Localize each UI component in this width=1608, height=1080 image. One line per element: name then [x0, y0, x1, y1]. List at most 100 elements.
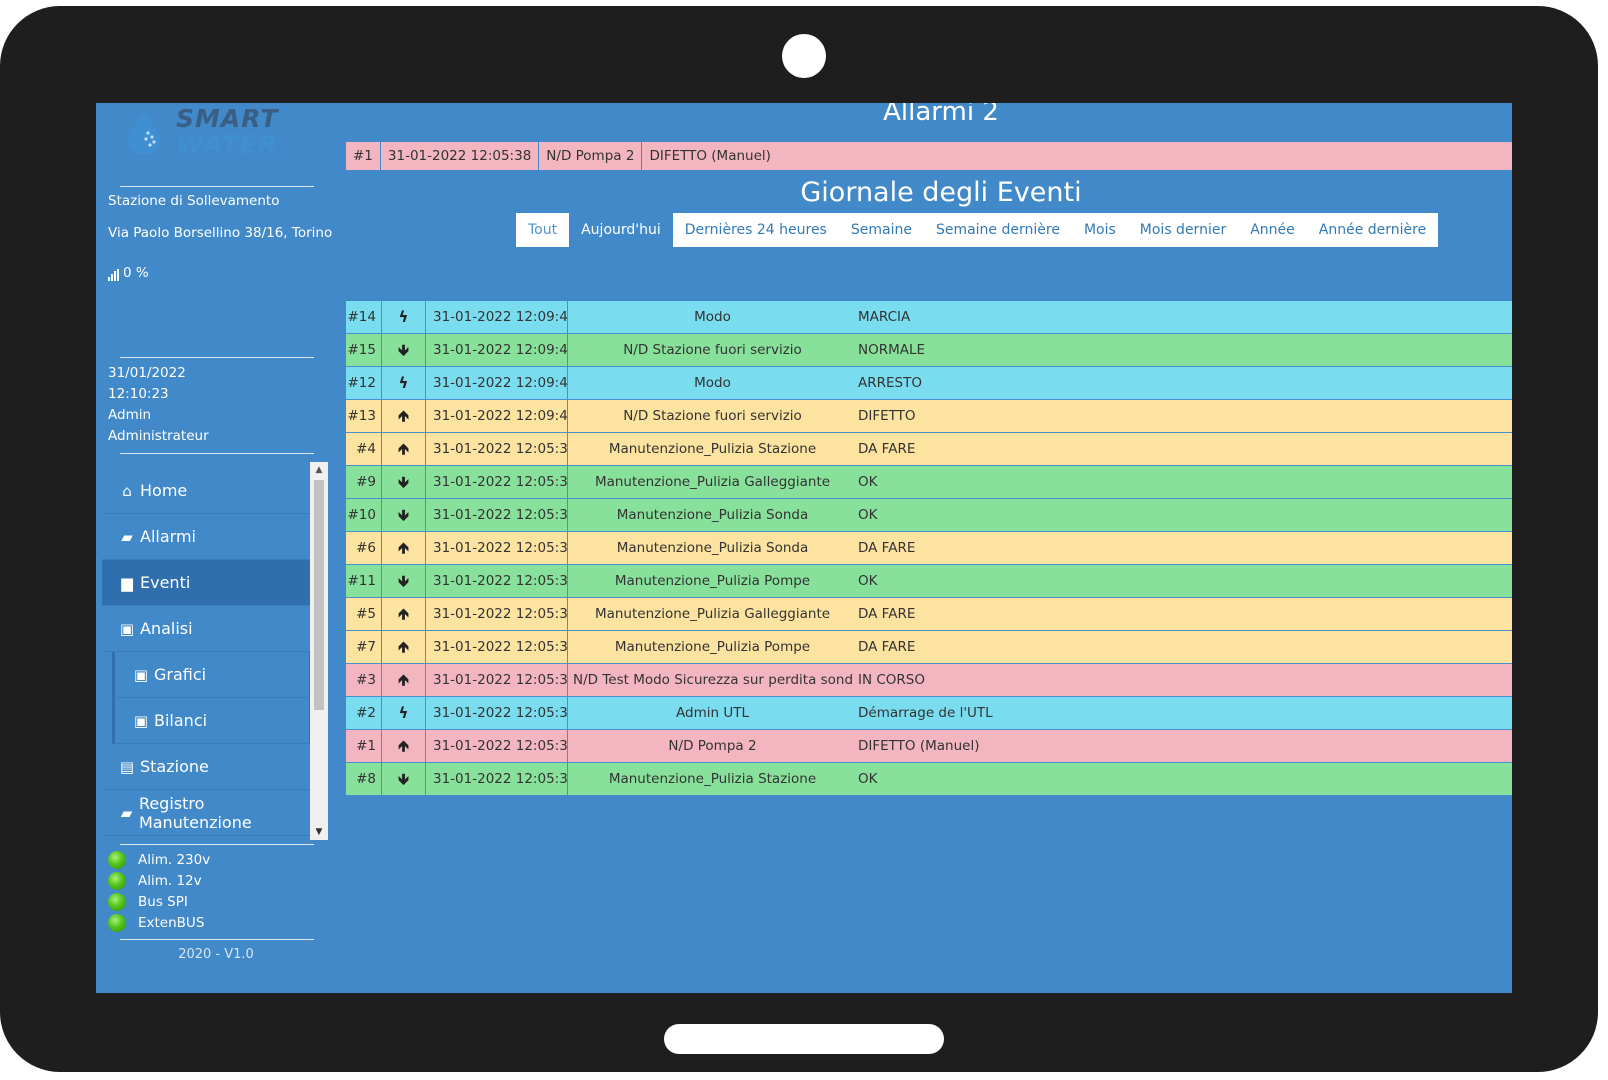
event-name: Manutenzione_Pulizia Stazione [608, 771, 817, 787]
arrow-down-icon: 🡻 [382, 334, 426, 366]
status-led-icon [108, 872, 126, 890]
version-label: 2020 - V1.0 [178, 947, 254, 962]
event-name: Manutenzione_Pulizia Pompe [614, 639, 811, 655]
sidebar-item-grafici[interactable]: ▣ Grafici [112, 652, 310, 698]
filter-semaine-derniere[interactable]: Semaine dernière [923, 213, 1072, 247]
arrow-up-icon: 🡹 [382, 433, 426, 465]
filter-annee[interactable]: Année [1238, 213, 1307, 247]
sidebar-item-bilanci[interactable]: ▣ Bilanci [112, 698, 310, 744]
event-state: OK [858, 771, 878, 787]
events-title: Giornale degli Eventi [800, 177, 1082, 208]
sidebar-item-allarmi[interactable]: ▰ Allarmi [102, 514, 310, 560]
scroll-thumb[interactable] [314, 480, 324, 710]
current-time: 12:10:23 [108, 386, 169, 402]
table-row[interactable]: #10 🡻 31-01-2022 12:05:38 Manutenzione_Puli… [346, 499, 1512, 532]
table-row[interactable]: #6 🡹 31-01-2022 12:05:38 Manutenzione_Puliz… [346, 532, 1512, 565]
sidebar-item-label: Eventi [140, 573, 191, 592]
table-row[interactable]: #14 ϟ 31-01-2022 12:09:48 Modo MARCIA [346, 301, 1512, 334]
status-alim-230v: Alim. 230v [108, 851, 210, 869]
sidebar-item-analisi[interactable]: ▣ Analisi [102, 606, 310, 652]
home-icon: ⌂ [122, 481, 132, 500]
event-datetime: 31-01-2022 12:05:38 [426, 466, 568, 498]
filter-mois-dernier[interactable]: Mois dernier [1127, 213, 1239, 247]
bolt-icon: ϟ [382, 367, 426, 399]
event-datetime: 31-01-2022 12:05:38 [426, 763, 568, 795]
table-row[interactable]: #1 🡹 31-01-2022 12:05:38 N/D Pompa 2 DIFETTO… [346, 730, 1512, 763]
arrow-up-icon: 🡹 [382, 598, 426, 630]
water-drop-icon [128, 111, 160, 155]
tablet-frame: SMART WATER Stazione di Sollevamento Via… [0, 6, 1598, 1072]
event-id: #5 [346, 598, 382, 630]
page-title: Allarmi 2 [883, 103, 999, 127]
filter-mois[interactable]: Mois [1071, 213, 1128, 247]
event-id: #4 [346, 433, 382, 465]
logo: SMART WATER [126, 105, 286, 161]
home-bar[interactable] [664, 1024, 944, 1054]
alarm-datetime: 31-01-2022 12:05:38 [381, 142, 540, 170]
event-datetime: 31-01-2022 12:05:38 [426, 697, 568, 729]
filter-aujourdhui[interactable]: Aujourd'hui [569, 213, 673, 247]
bolt-icon: ϟ [382, 301, 426, 333]
table-row[interactable]: #9 🡻 31-01-2022 12:05:38 Manutenzione_Puliz… [346, 466, 1512, 499]
table-row[interactable]: #11 🡻 31-01-2022 12:05:38 Manutenzione_Puli… [346, 565, 1512, 598]
sidebar-item-stazione[interactable]: ▤ Stazione [102, 744, 310, 790]
filter-tout[interactable]: Tout [516, 213, 570, 247]
table-row[interactable]: #3 🡹 31-01-2022 12:05:38 N/D Test Modo Sicu… [346, 664, 1512, 697]
sidebar-item-registro-manutenzione[interactable]: ▰ Registro Manutenzione [102, 790, 310, 836]
event-id: #1 [346, 730, 382, 762]
station-address: Via Paolo Borsellino 38/16, Torino [108, 225, 333, 241]
table-row[interactable]: #2 ϟ 31-01-2022 12:05:38 Admin UTL Démarrage… [346, 697, 1512, 730]
sidebar-menu: ⌂ Home ▰ Allarmi ▆ Eventi ▣ Analisi ▣ Gr… [102, 468, 310, 850]
event-state: DIFETTO [858, 408, 916, 424]
event-id: #10 [346, 499, 382, 531]
event-state: DA FARE [858, 606, 916, 622]
event-id: #15 [346, 334, 382, 366]
event-name: N/D Stazione fuori servizio [623, 342, 802, 358]
event-name: Manutenzione_Pulizia Galleggiante [594, 474, 831, 490]
event-state: OK [858, 507, 878, 523]
event-id: #6 [346, 532, 382, 564]
table-row[interactable]: #15 🡻 31-01-2022 12:09:48 N/D Stazione fuor… [346, 334, 1512, 367]
table-row[interactable]: #8 🡻 31-01-2022 12:05:38 Manutenzione_Puliz… [346, 763, 1512, 796]
sidebar-item-label: Stazione [140, 757, 209, 776]
sidebar-item-label: Bilanci [154, 711, 208, 730]
table-row[interactable]: #12 ϟ 31-01-2022 12:09:47 Modo ARRESTO [346, 367, 1512, 400]
sidebar-item-eventi[interactable]: ▆ Eventi [102, 560, 310, 606]
table-row[interactable]: #13 🡹 31-01-2022 12:09:47 N/D Stazione fuor… [346, 400, 1512, 433]
event-id: #7 [346, 631, 382, 663]
status-alim-12v: Alim. 12v [108, 872, 202, 890]
filter-semaine[interactable]: Semaine [838, 213, 924, 247]
sidebar-item-label: Allarmi [140, 527, 196, 546]
status-led-icon [108, 893, 126, 911]
scroll-up-icon[interactable]: ▲ [310, 462, 328, 478]
event-datetime: 31-01-2022 12:09:47 [426, 367, 568, 399]
sidebar-item-home[interactable]: ⌂ Home [102, 468, 310, 514]
event-state: IN CORSO [858, 672, 925, 688]
table-row[interactable]: #5 🡹 31-01-2022 12:05:38 Manutenzione_Puliz… [346, 598, 1512, 631]
sidebar-scrollbar[interactable]: ▲ ▼ [310, 462, 328, 840]
sidebar-item-label: Analisi [140, 619, 193, 638]
logo-text-water: WATER [176, 130, 279, 159]
divider [120, 186, 314, 187]
event-id: #12 [346, 367, 382, 399]
chart-icon: ▣ [133, 665, 149, 684]
status-bus-spi: Bus SPI [108, 893, 188, 911]
table-row[interactable]: #7 🡹 31-01-2022 12:05:38 Manutenzione_Puliz… [346, 631, 1512, 664]
event-datetime: 31-01-2022 12:09:48 [426, 301, 568, 333]
event-datetime: 31-01-2022 12:05:38 [426, 598, 568, 630]
event-name: Manutenzione_Pulizia Sonda [616, 540, 809, 556]
event-name: Admin UTL [676, 705, 749, 721]
event-state: OK [858, 573, 878, 589]
period-filter-tabs: Tout Aujourd'hui Dernières 24 heures Sem… [516, 213, 1439, 247]
filter-annee-derniere[interactable]: Année dernière [1306, 213, 1439, 247]
sidebar-item-label: Home [140, 481, 188, 500]
scroll-down-icon[interactable]: ▼ [310, 824, 328, 840]
table-row[interactable]: #4 🡹 31-01-2022 12:05:38 Manutenzione_Puliz… [346, 433, 1512, 466]
event-name: Modo [694, 375, 731, 391]
station-name: Stazione di Sollevamento [108, 193, 280, 209]
events-table: #14 ϟ 31-01-2022 12:09:48 Modo MARCIA #15 🡻 31-… [346, 301, 1512, 796]
filter-dernieres-24-heures[interactable]: Dernières 24 heures [672, 213, 839, 247]
chart-icon: ▣ [133, 711, 149, 730]
event-state: DIFETTO (Manuel) [858, 738, 980, 754]
active-alarm-bar[interactable]: #1 31-01-2022 12:05:38 N/D Pompa 2 DIFET… [346, 142, 1512, 170]
